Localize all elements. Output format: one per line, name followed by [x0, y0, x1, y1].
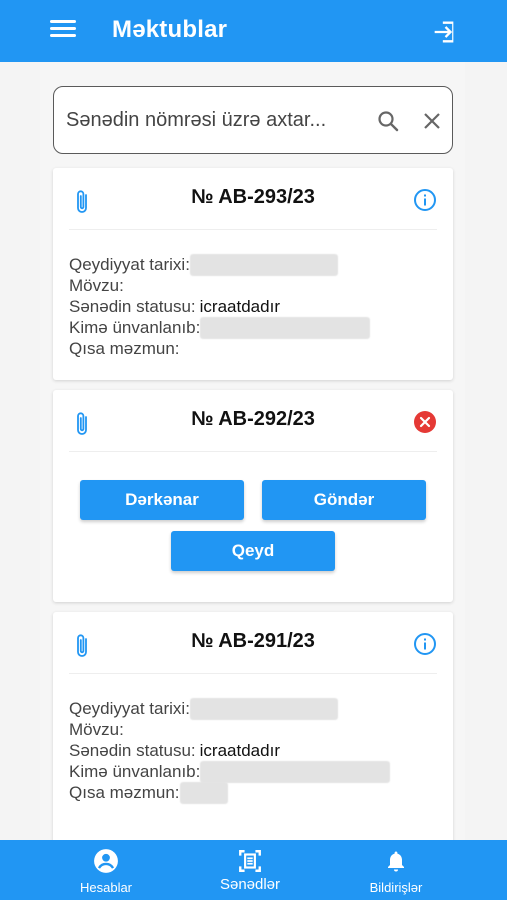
document-list[interactable]: № AB-293/23 Qeydiyyat tarixi: Mövzu: Sən… [40, 62, 465, 840]
redacted-value [189, 697, 338, 720]
status-label: Sənədin statusu: [69, 741, 196, 760]
menu-icon[interactable] [50, 20, 76, 42]
redacted-value [189, 253, 338, 276]
reg-date-label: Qeydiyyat tarixi: [69, 255, 190, 274]
search-box [53, 86, 453, 154]
tab-accounts[interactable]: Hesablar [46, 848, 166, 895]
document-scan-icon [239, 850, 261, 872]
subject-label: Mövzu: [69, 720, 124, 739]
info-icon[interactable] [413, 632, 437, 656]
tab-documents[interactable]: Sənədlər [190, 848, 310, 893]
close-circle-icon[interactable] [413, 410, 437, 434]
summary-label: Qısa məzmun: [69, 339, 180, 358]
addressed-label: Kimə ünvanlanıb: [69, 318, 201, 337]
document-card[interactable]: № AB-291/23 Qeydiyyat tarixi: Mövzu: Sən… [53, 612, 453, 840]
redacted-value [179, 781, 228, 804]
derkenar-button[interactable]: Dərkənar [80, 480, 244, 520]
tab-label: Sənədlər [219, 876, 281, 893]
search-input[interactable] [66, 105, 366, 135]
document-number: № AB-291/23 [191, 630, 315, 652]
card-header: № AB-293/23 [69, 168, 437, 230]
document-number: № AB-293/23 [191, 186, 315, 208]
subject-label: Mövzu: [69, 276, 124, 295]
summary-label: Qısa məzmun: [69, 783, 180, 802]
status-value: icraatdadır [199, 297, 280, 316]
document-number: № AB-292/23 [191, 408, 315, 430]
app-bar: Məktublar [0, 0, 507, 62]
redacted-value [200, 316, 371, 339]
document-card[interactable]: № AB-292/23 Dərkənar Göndər Qeyd [53, 390, 453, 602]
info-icon[interactable] [413, 188, 437, 212]
document-card[interactable]: № AB-293/23 Qeydiyyat tarixi: Mövzu: Sən… [53, 168, 453, 380]
redacted-value [200, 760, 391, 783]
exit-icon[interactable] [430, 18, 458, 46]
account-circle-icon [94, 849, 118, 873]
send-button[interactable]: Göndər [262, 480, 426, 520]
addressed-label: Kimə ünvanlanıb: [69, 762, 201, 781]
reg-date-label: Qeydiyyat tarixi: [69, 699, 190, 718]
status-label: Sənədin statusu: [69, 297, 196, 316]
bottom-navigation: Hesablar Sənədlər Bildirişlər [0, 840, 507, 900]
card-header: № AB-291/23 [69, 612, 437, 674]
tab-label: Hesablar [79, 880, 133, 895]
bell-icon [388, 851, 404, 872]
search-icon[interactable] [376, 109, 400, 133]
tab-notifications[interactable]: Bildirişlər [336, 848, 456, 895]
status-value: icraatdadır [199, 741, 280, 760]
tab-label: Bildirişlər [369, 880, 423, 895]
page-title: Məktublar [112, 16, 228, 43]
note-button[interactable]: Qeyd [171, 531, 335, 571]
card-header: № AB-292/23 [69, 390, 437, 452]
clear-icon[interactable] [420, 109, 444, 133]
